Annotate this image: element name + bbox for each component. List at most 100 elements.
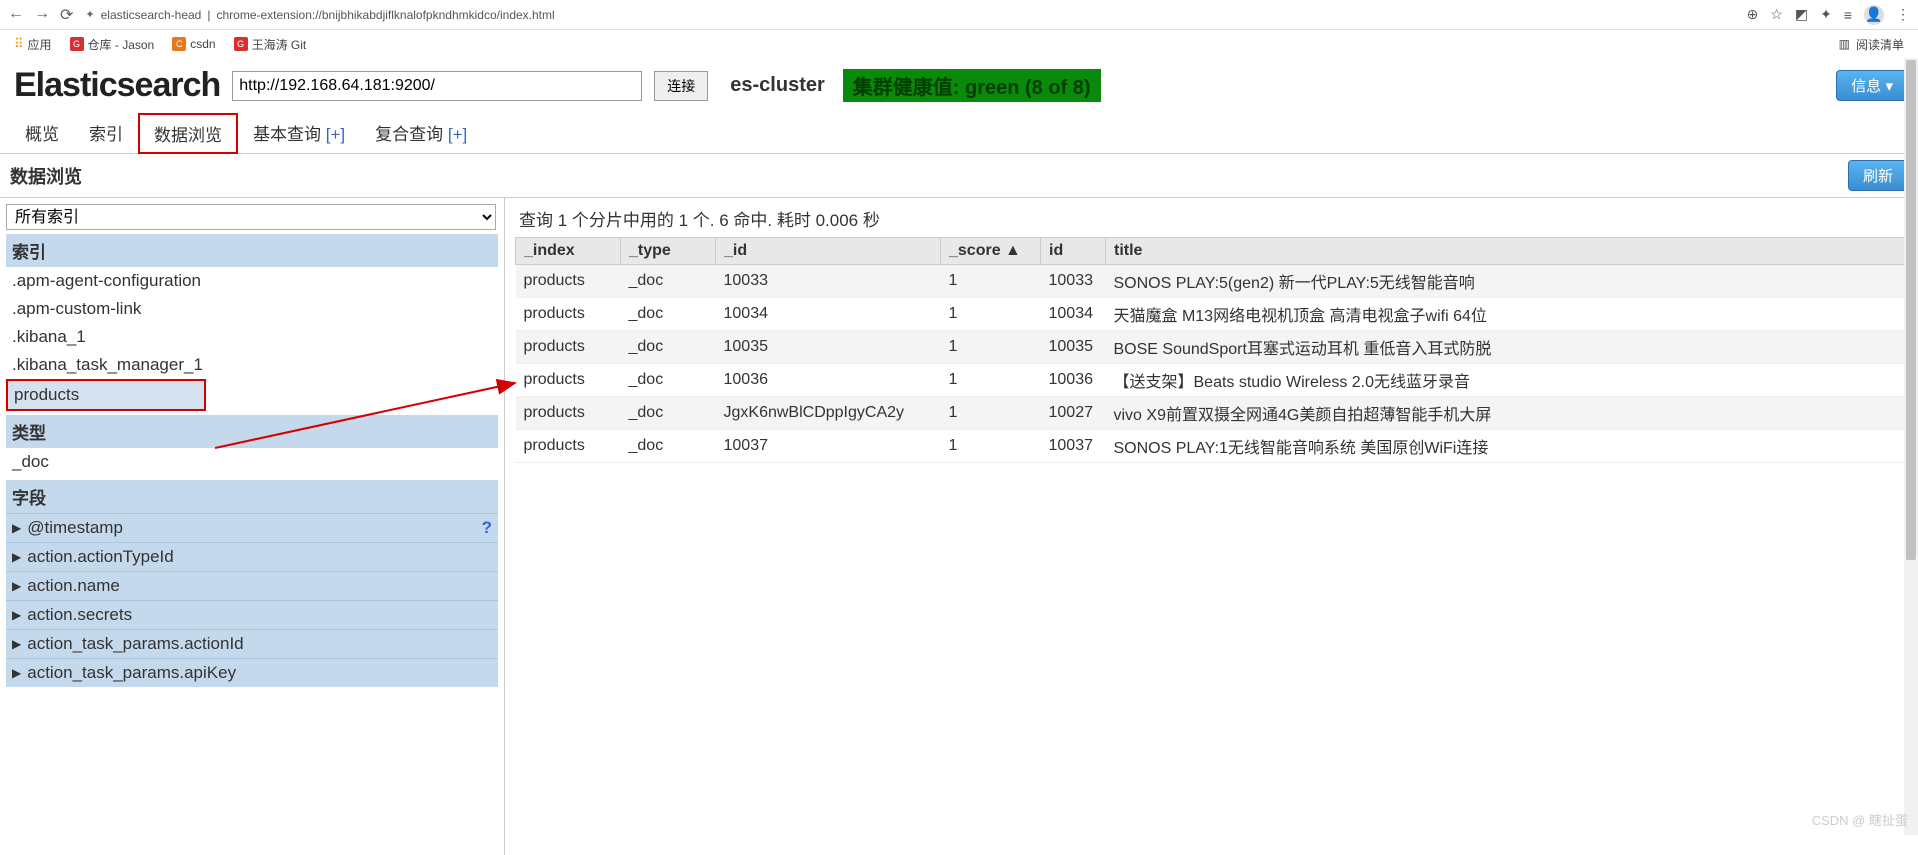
tab-basic-query[interactable]: 基本查询 [+] [238,113,360,154]
table-cell: 10035 [1041,331,1106,364]
page-title: 数据浏览 [10,163,82,189]
avatar-icon[interactable]: 👤 [1864,5,1884,25]
reading-list[interactable]: ▥阅读清单 [1839,36,1904,53]
apps-grid-icon: ⠿ [14,36,24,52]
table-cell: products [516,331,621,364]
table-cell: 1 [941,298,1041,331]
search-icon[interactable]: ⊕ [1747,6,1759,23]
ext1-icon[interactable]: ◩ [1795,6,1808,23]
results-table: _index_type_id_score ▲idtitle products_d… [515,237,1908,463]
sidebar-index-item[interactable]: products [6,379,206,411]
section-fields-label: 字段 [6,480,498,513]
sidebar-field-item[interactable]: ▶action.name [6,571,498,600]
info-button[interactable]: 信息 ▾ [1836,70,1908,101]
table-cell: products [516,298,621,331]
sidebar-field-item[interactable]: ▶action.actionTypeId [6,542,498,571]
column-header[interactable]: _index [516,238,621,265]
table-cell: 10033 [716,265,941,298]
star-icon[interactable]: ☆ [1770,6,1783,23]
help-icon[interactable]: ? [482,518,492,538]
connect-button[interactable]: 连接 [654,71,708,101]
table-cell: 10037 [1041,430,1106,463]
chevron-right-icon: ▶ [12,550,21,564]
reload-icon[interactable]: ⟳ [60,5,73,25]
table-row[interactable]: products_doc10037110037SONOS PLAY:1无线智能音… [516,430,1908,463]
table-cell: 10033 [1041,265,1106,298]
refresh-button[interactable]: 刷新 [1848,160,1908,191]
extensions-icon[interactable]: ✦ [1820,6,1832,23]
section-index-label: 索引 [6,234,498,267]
sidebar-field-item[interactable]: ▶action_task_params.actionId [6,629,498,658]
scrollbar-thumb[interactable] [1906,60,1916,560]
index-select[interactable]: 所有索引 [6,204,496,230]
scrollbar[interactable] [1904,58,1918,835]
table-cell: BOSE SoundSport耳塞式运动耳机 重低音入耳式防脱 [1106,331,1908,364]
table-cell: JgxK6nwBlCDppIgyCA2y [716,397,941,430]
table-cell: SONOS PLAY:1无线智能音响系统 美国原创WiFi连接 [1106,430,1908,463]
table-row[interactable]: products_doc10034110034天猫魔盒 M13网络电视机顶盒 高… [516,298,1908,331]
sidebar-index-item[interactable]: .kibana_task_manager_1 [6,351,498,379]
bookmark-jason[interactable]: G仓库 - Jason [70,36,155,53]
apps-bookmark[interactable]: ⠿应用 [14,36,52,53]
table-row[interactable]: products_docJgxK6nwBlCDppIgyCA2y110027vi… [516,397,1908,430]
table-cell: products [516,265,621,298]
es-header: Elasticsearch 连接 es-cluster 集群健康值: green… [0,58,1918,113]
forward-icon[interactable]: → [34,5,50,25]
column-header[interactable]: _id [716,238,941,265]
column-header[interactable]: _type [621,238,716,265]
browser-toolbar: ← → ⟳ ✦ elasticsearch-head | chrome-exte… [0,0,1918,30]
chevron-right-icon: ▶ [12,579,21,593]
sidebar-field-item[interactable]: ▶action.secrets [6,600,498,629]
column-header[interactable]: id [1041,238,1106,265]
table-row[interactable]: products_doc10036110036【送支架】Beats studio… [516,364,1908,397]
menu-icon[interactable]: ⋮ [1896,6,1910,23]
column-header[interactable]: title [1106,238,1908,265]
subheader: 数据浏览 刷新 [0,154,1918,198]
column-header[interactable]: _score ▲ [941,238,1041,265]
table-cell: 10036 [1041,364,1106,397]
health-badge: 集群健康值: green (8 of 8) [843,69,1101,102]
table-row[interactable]: products_doc10033110033SONOS PLAY:5(gen2… [516,265,1908,298]
table-cell: 10034 [1041,298,1106,331]
table-cell: _doc [621,430,716,463]
table-cell: SONOS PLAY:5(gen2) 新一代PLAY:5无线智能音响 [1106,265,1908,298]
table-cell: products [516,364,621,397]
connection-url-input[interactable] [232,71,642,101]
sidebar-field-item[interactable]: ▶action_task_params.apiKey [6,658,498,687]
bookmark-git[interactable]: G王海涛 Git [234,36,307,53]
table-cell: 1 [941,265,1041,298]
table-cell: 【送支架】Beats studio Wireless 2.0无线蓝牙录音 [1106,364,1908,397]
address-bar[interactable]: ✦ elasticsearch-head | chrome-extension:… [85,8,1734,22]
back-icon[interactable]: ← [8,5,24,25]
tab-browse[interactable]: 数据浏览 [138,113,238,154]
extension-icon: ✦ [85,8,94,21]
chevron-right-icon: ▶ [12,521,21,535]
table-cell: 10037 [716,430,941,463]
bookmarks-bar: ⠿应用 G仓库 - Jason Ccsdn G王海涛 Git ▥阅读清单 [0,30,1918,58]
csdn-icon: C [172,37,186,51]
table-cell: _doc [621,265,716,298]
table-cell: 10036 [716,364,941,397]
table-cell: 1 [941,430,1041,463]
gitee-icon: G [70,37,84,51]
table-cell: products [516,397,621,430]
tab-overview[interactable]: 概览 [10,113,74,154]
tab-indices[interactable]: 索引 [74,113,138,154]
sidebar-index-item[interactable]: .apm-agent-configuration [6,267,498,295]
bookmark-csdn[interactable]: Ccsdn [172,37,215,51]
content-area: 所有索引 索引 .apm-agent-configuration.apm-cus… [0,198,1918,855]
page-name: elasticsearch-head [101,8,202,22]
table-row[interactable]: products_doc10035110035BOSE SoundSport耳塞… [516,331,1908,364]
playlist-icon[interactable]: ≡ [1844,7,1852,23]
chevron-right-icon: ▶ [12,637,21,651]
tab-compound-query[interactable]: 复合查询 [+] [360,113,482,154]
chevron-right-icon: ▶ [12,608,21,622]
table-cell: 1 [941,364,1041,397]
sidebar-type-item[interactable]: _doc [6,448,498,476]
es-logo: Elasticsearch [14,66,220,105]
sidebar-field-item[interactable]: ▶@timestamp? [6,513,498,542]
query-summary: 查询 1 个分片中用的 1 个. 6 命中. 耗时 0.006 秒 [515,204,1908,233]
table-cell: _doc [621,331,716,364]
sidebar-index-item[interactable]: .apm-custom-link [6,295,498,323]
sidebar-index-item[interactable]: .kibana_1 [6,323,498,351]
